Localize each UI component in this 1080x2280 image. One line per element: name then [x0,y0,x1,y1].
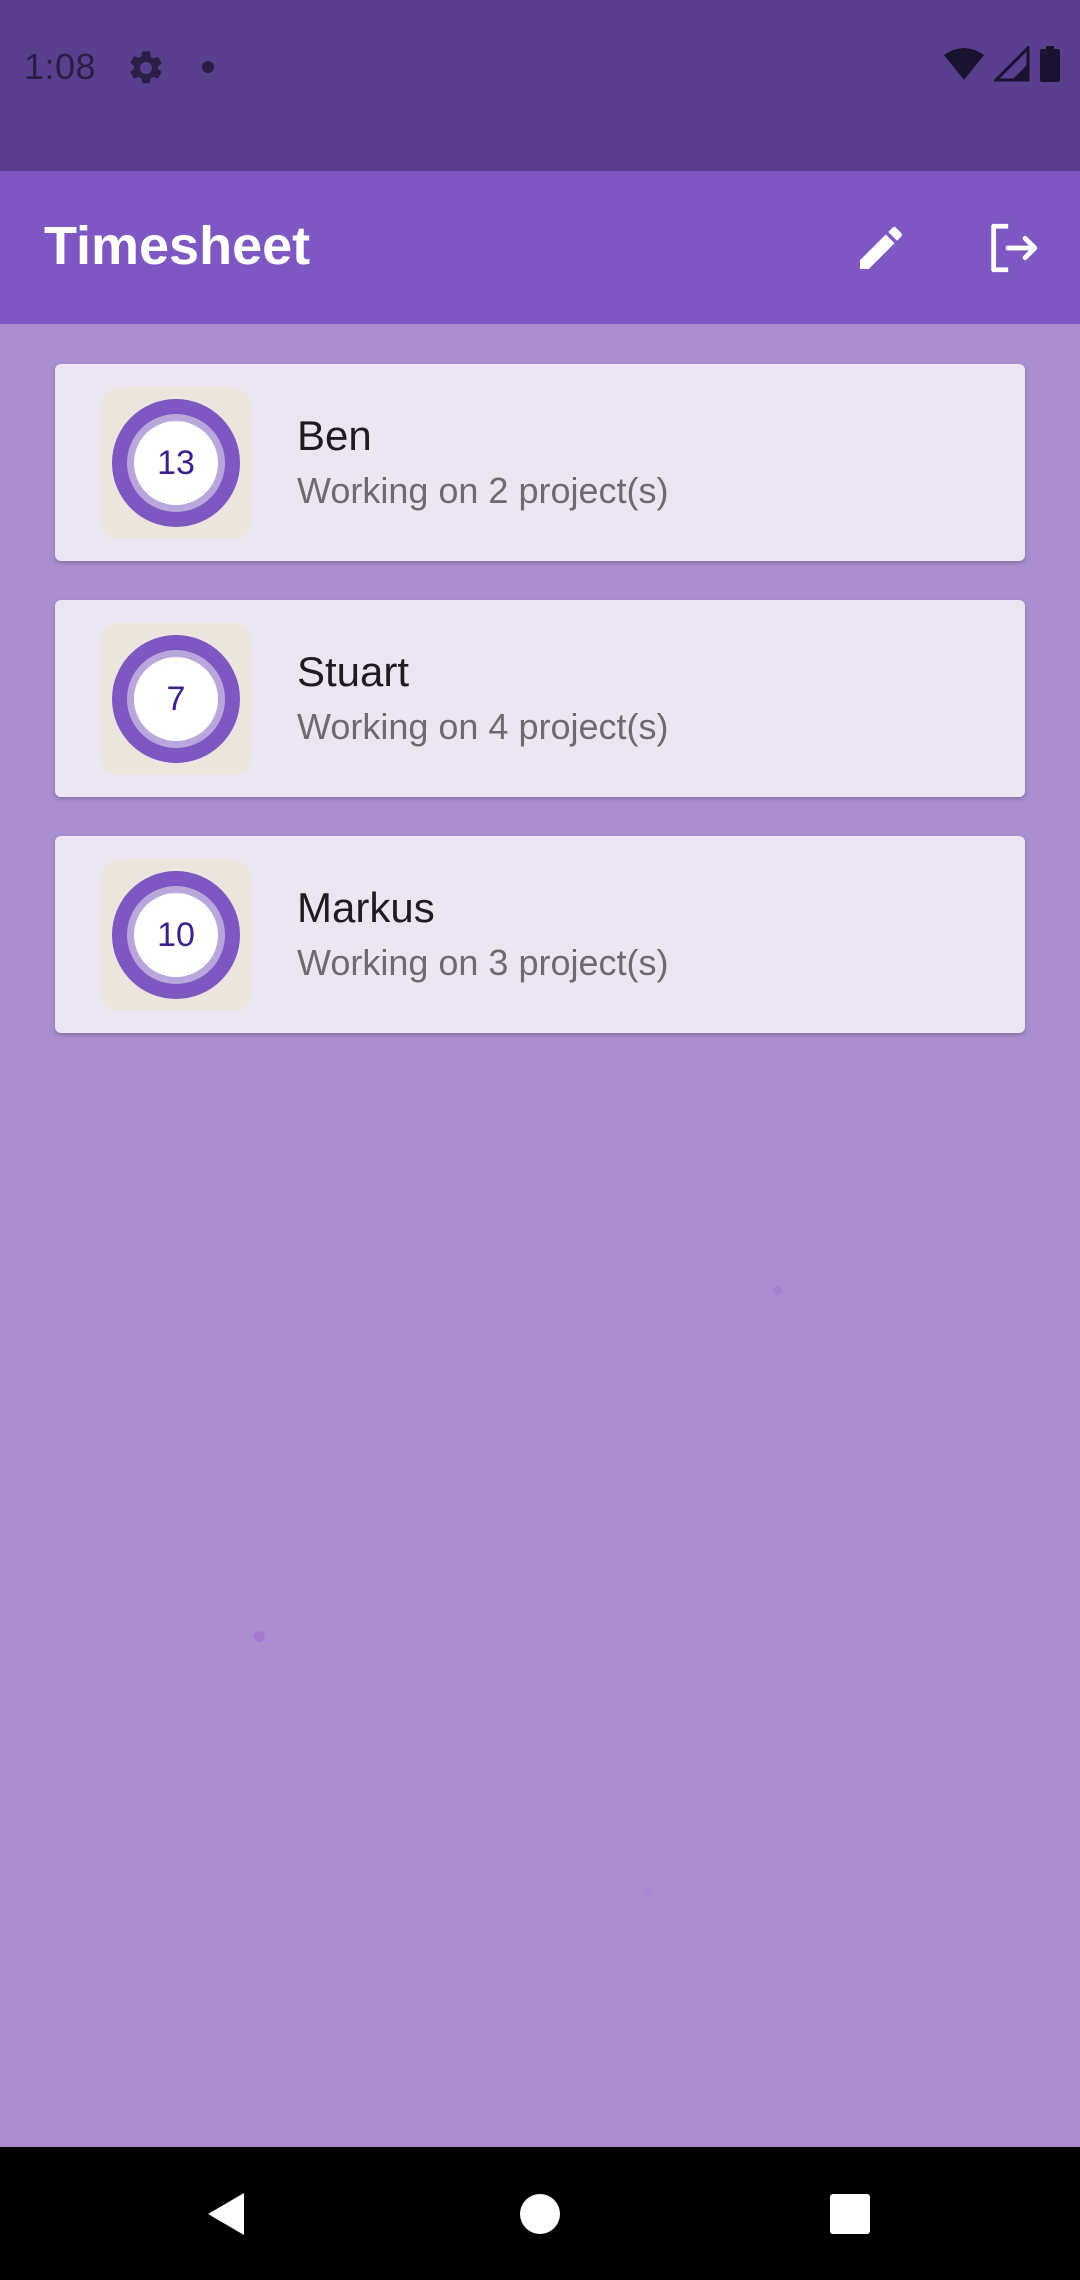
employee-projects: Working on 4 project(s) [297,706,669,747]
hours-badge: 7 [100,623,252,775]
employee-name: Markus [297,884,435,931]
logout-icon [991,223,1038,273]
hours-ring: 10 [112,871,240,999]
status-time: 1:08 [24,46,97,87]
hours-count: 10 [134,893,218,977]
employee-card-markus[interactable]: 10 Markus Working on 3 project(s) [55,836,1025,1033]
home-icon[interactable] [517,2191,563,2237]
wifi-icon [944,48,984,80]
signal-icon [994,46,1030,82]
edit-button[interactable] [850,217,912,279]
employee-card-stuart[interactable]: 7 Stuart Working on 4 project(s) [55,600,1025,797]
hours-count: 13 [134,421,218,505]
status-bar: 1:08 [0,0,1080,171]
app-bar: Timesheet [0,171,1080,324]
employee-card-ben[interactable]: 13 Ben Working on 2 project(s) [55,364,1025,561]
hours-badge: 13 [100,387,252,539]
back-icon[interactable] [204,2191,250,2237]
notification-dot-icon [202,61,214,73]
system-nav-bar [0,2147,1080,2280]
content-area: 13 Ben Working on 2 project(s) 7 Stuart … [0,324,1080,2147]
page-title: Timesheet [44,216,311,276]
employee-projects: Working on 2 project(s) [297,470,669,511]
logout-button[interactable] [982,217,1044,279]
gear-icon [130,51,162,84]
hours-ring: 13 [112,399,240,527]
battery-icon [1040,46,1060,82]
edit-icon [860,226,903,269]
employee-name: Stuart [297,648,410,695]
status-icons [944,44,1060,84]
employee-projects: Working on 3 project(s) [297,942,669,983]
hours-count: 7 [134,657,218,741]
employee-name: Ben [297,412,372,459]
hours-badge: 10 [100,859,252,1011]
recents-icon[interactable] [827,2191,873,2237]
hours-ring: 7 [112,635,240,763]
